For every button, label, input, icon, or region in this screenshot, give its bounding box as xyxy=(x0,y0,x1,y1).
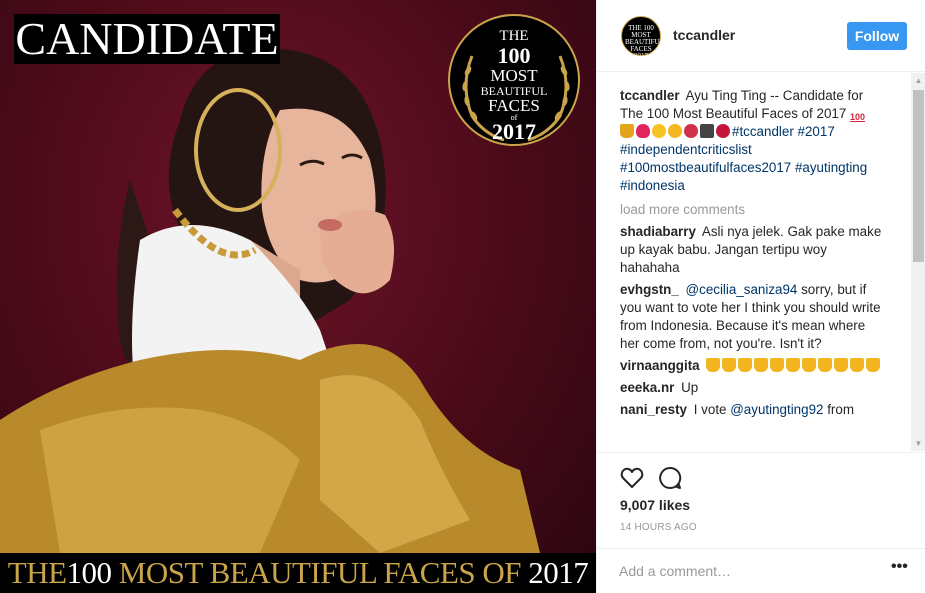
trophy-emoji-icon xyxy=(620,124,634,138)
comment-username[interactable]: evhgstn_ xyxy=(620,282,679,297)
comment-text: I vote xyxy=(693,402,731,417)
comment-text-after: from xyxy=(823,402,854,417)
thumbs-down-emoji-icon xyxy=(706,358,721,372)
hashtag-link[interactable]: #tccandler xyxy=(732,124,794,139)
star-emoji-icon xyxy=(652,124,666,138)
likes-count[interactable]: 9,007 likes xyxy=(620,497,690,513)
scroll-thumb[interactable] xyxy=(913,90,924,262)
thumbs-down-emoji-icon xyxy=(738,358,753,372)
badge-year: 2017 xyxy=(492,119,536,144)
hashtag-link[interactable]: #indonesia xyxy=(620,178,685,193)
comments-scrollbar[interactable]: ▲ ▼ xyxy=(911,73,925,451)
add-comment-bar: ••• xyxy=(597,548,925,593)
title-banner: THE100 MOST BEAUTIFUL FACES OF 2017 xyxy=(0,553,596,593)
thumbs-down-emoji-icon xyxy=(818,358,833,372)
kiss-emoji-icon xyxy=(716,124,730,138)
hashtag-link[interactable]: #ayutingting xyxy=(795,160,867,175)
comment: nani_resty I vote @ayutingting92 from xyxy=(620,401,888,419)
thumbs-down-emoji-icon xyxy=(770,358,785,372)
comment: evhgstn_ @cecilia_saniza94 sorry, but if… xyxy=(620,281,888,353)
post-actions: 9,007 likes 14 HOURS AGO xyxy=(597,452,925,547)
thumbs-down-emoji-icon xyxy=(722,358,737,372)
avatar-badge-text: THE 100 MOST BEAUTIFUL FACES 2017 xyxy=(625,24,661,56)
scroll-down-arrow-icon[interactable]: ▼ xyxy=(911,436,925,451)
heart-emoji-icon xyxy=(636,124,650,138)
follow-button[interactable]: Follow xyxy=(847,22,907,50)
comment-input[interactable] xyxy=(619,559,879,583)
comment: shadiabarry Asli nya jelek. Gak pake mak… xyxy=(620,223,888,277)
thumbs-down-emoji-icon xyxy=(802,358,817,372)
camera-emoji-icon xyxy=(700,124,714,138)
rose-emoji-icon xyxy=(684,124,698,138)
post-photo[interactable]: CANDIDATE THE 100 MOST BEAUTIFUL FACES o… xyxy=(0,0,596,593)
comment-username[interactable]: shadiabarry xyxy=(620,224,696,239)
comment: eeeka.nr Up xyxy=(620,379,888,397)
banner-the: THE xyxy=(7,555,67,590)
caption-username[interactable]: tccandler xyxy=(620,88,680,103)
load-more-comments-link[interactable]: load more comments xyxy=(620,201,913,219)
badge-most: MOST xyxy=(490,66,538,85)
award-badge: THE 100 MOST BEAUTIFUL FACES of 2017 xyxy=(448,14,580,146)
mention-link[interactable]: @ayutingting92 xyxy=(730,402,823,417)
speech-bubble-icon[interactable] xyxy=(657,465,683,491)
comments-list[interactable]: tccandler Ayu Ting Ting -- Candidate for… xyxy=(597,73,913,451)
post-timestamp[interactable]: 14 HOURS AGO xyxy=(620,522,697,533)
avatar[interactable]: THE 100 MOST BEAUTIFUL FACES 2017 xyxy=(621,16,661,56)
post-side-panel: THE 100 MOST BEAUTIFUL FACES 2017 tccand… xyxy=(596,0,925,593)
heart-eyes-emoji-icon xyxy=(668,124,682,138)
scroll-up-arrow-icon[interactable]: ▲ xyxy=(911,73,925,88)
banner-year: 2017 xyxy=(528,555,589,590)
thumbs-down-emoji-icon xyxy=(754,358,769,372)
post-header: THE 100 MOST BEAUTIFUL FACES 2017 tccand… xyxy=(597,0,925,72)
mention-link[interactable]: @cecilia_saniza94 xyxy=(686,282,798,297)
comment-username[interactable]: eeeka.nr xyxy=(620,380,674,395)
more-options-icon[interactable]: ••• xyxy=(891,559,909,580)
comment-username[interactable]: nani_resty xyxy=(620,402,687,417)
thumbs-down-emoji-icon xyxy=(850,358,865,372)
hundred-emoji-icon: 100 xyxy=(850,112,866,122)
caption: tccandler Ayu Ting Ting -- Candidate for… xyxy=(620,87,888,195)
hashtag-link[interactable]: #independentcriticslist xyxy=(620,142,752,157)
heart-outline-icon[interactable] xyxy=(619,465,645,491)
comment-text: Up xyxy=(681,380,699,395)
thumbs-down-emoji-icon xyxy=(834,358,849,372)
post-username[interactable]: tccandler xyxy=(673,27,735,43)
candidate-label: CANDIDATE xyxy=(14,13,280,64)
thumbs-down-emoji-icon xyxy=(866,358,881,372)
thumbs-down-emoji-group xyxy=(706,358,882,373)
thumbs-down-emoji-icon xyxy=(786,358,801,372)
hashtag-link[interactable]: #2017 xyxy=(798,124,835,139)
hashtag-link[interactable]: #100mostbeautifulfaces2017 xyxy=(620,160,791,175)
comment: virnaanggita xyxy=(620,357,888,375)
comment-username[interactable]: virnaanggita xyxy=(620,358,700,373)
banner-middle: MOST BEAUTIFUL FACES OF xyxy=(118,555,522,590)
banner-number: 100 xyxy=(66,555,113,590)
